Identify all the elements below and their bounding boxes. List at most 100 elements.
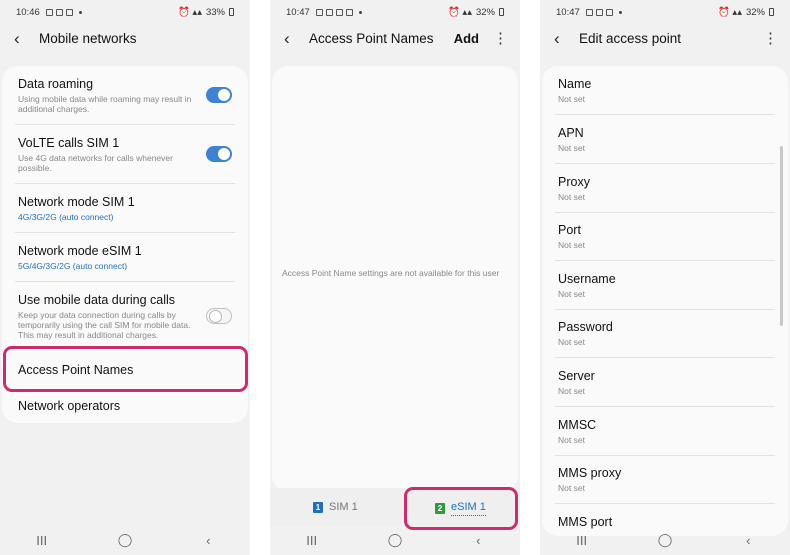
notification-icons	[315, 8, 362, 16]
back-icon[interactable]: ‹	[718, 533, 778, 548]
battery-icon	[229, 8, 234, 16]
access-point-names-screen: 10:47 ⏰ ▴▴ 32% ‹ Access Point Names Add …	[270, 0, 520, 555]
setting-value: 4G/3G/2G (auto connect)	[18, 212, 114, 222]
system-icons: ⏰ ▴▴ 32%	[718, 7, 774, 18]
divider	[555, 406, 775, 407]
setting-title: Network operators	[18, 399, 121, 413]
system-icons: ⏰ ▴▴ 32%	[448, 7, 504, 18]
page-title: Edit access point	[579, 30, 682, 46]
field-value: Not set	[558, 240, 585, 250]
signal-icon: ⏰ ▴▴	[447, 6, 472, 18]
volte-toggle[interactable]	[206, 146, 232, 162]
setting-title: Data roaming	[18, 77, 94, 91]
notification-icons	[45, 8, 82, 16]
field-username[interactable]: Username Not set	[558, 272, 775, 299]
back-arrow-icon[interactable]: ‹	[554, 30, 576, 47]
setting-subtitle: Keep your data connection during calls b…	[18, 310, 191, 340]
divider	[15, 281, 235, 282]
tab-sim1[interactable]: 1 SIM 1	[313, 501, 358, 513]
nav-bar: III ◯ ‹	[0, 525, 250, 555]
divider	[555, 455, 775, 456]
setting-network-mode-sim1[interactable]: Network mode SIM 1 4G/3G/2G (auto connec…	[18, 195, 235, 222]
field-mmsc[interactable]: MMSC Not set	[558, 418, 775, 445]
field-label: MMS proxy	[558, 466, 622, 480]
field-password[interactable]: Password Not set	[558, 320, 775, 347]
status-time: 10:46	[16, 6, 40, 18]
setting-title: Network mode eSIM 1	[18, 244, 142, 258]
field-label: Name	[558, 77, 592, 91]
divider	[15, 183, 235, 184]
app-bar: ‹ Access Point Names Add ⋮	[270, 24, 520, 52]
back-icon[interactable]: ‹	[178, 533, 238, 548]
nav-bar: III ◯ ‹	[540, 525, 790, 555]
page-title: Access Point Names	[309, 30, 434, 46]
field-label: Password	[558, 320, 613, 334]
divider	[15, 232, 235, 233]
field-label: Port	[558, 223, 581, 237]
field-name[interactable]: Name Not set	[558, 77, 775, 104]
page-title: Mobile networks	[39, 30, 137, 46]
field-apn[interactable]: APN Not set	[558, 126, 775, 153]
divider	[15, 124, 235, 125]
battery-percent: 33%	[205, 6, 225, 18]
field-value: Not set	[558, 143, 585, 153]
more-options-icon[interactable]: ⋮	[493, 31, 508, 46]
setting-data-roaming[interactable]: Data roaming Using mobile data while roa…	[18, 77, 235, 114]
empty-message: Access Point Name settings are not avail…	[282, 268, 500, 278]
home-icon[interactable]: ◯	[95, 532, 155, 548]
field-value: Not set	[558, 192, 585, 202]
more-options-icon[interactable]: ⋮	[763, 31, 778, 46]
recents-icon[interactable]: III	[552, 533, 612, 548]
field-label: Server	[558, 369, 595, 383]
field-value: Not set	[558, 483, 585, 493]
data-roaming-toggle[interactable]	[206, 87, 232, 103]
field-port[interactable]: Port Not set	[558, 223, 775, 250]
field-value: Not set	[558, 94, 585, 104]
back-icon[interactable]: ‹	[448, 533, 508, 548]
highlight-box	[404, 487, 518, 530]
status-time: 10:47	[286, 6, 310, 18]
nav-bar: III ◯ ‹	[270, 525, 520, 555]
divider	[555, 503, 775, 504]
divider	[555, 163, 775, 164]
divider	[555, 309, 775, 310]
sim1-badge-icon: 1	[313, 501, 323, 513]
field-server[interactable]: Server Not set	[558, 369, 775, 396]
back-arrow-icon[interactable]: ‹	[14, 30, 36, 47]
status-bar: 10:47 ⏰ ▴▴ 32%	[540, 0, 790, 24]
field-value: Not set	[558, 337, 585, 347]
notification-icons	[585, 8, 622, 16]
field-mms-proxy[interactable]: MMS proxy Not set	[558, 466, 775, 493]
setting-network-operators[interactable]: Network operators	[18, 399, 235, 413]
mobile-data-calls-toggle[interactable]	[206, 308, 232, 324]
field-label: MMSC	[558, 418, 597, 432]
app-bar: ‹ Mobile networks	[0, 24, 250, 52]
field-label: Username	[558, 272, 616, 286]
home-icon[interactable]: ◯	[635, 532, 695, 548]
status-bar: 10:47 ⏰ ▴▴ 32%	[270, 0, 520, 24]
divider	[555, 114, 775, 115]
battery-icon	[769, 8, 774, 16]
status-bar: 10:46 ⏰ ▴▴ 33%	[0, 0, 250, 24]
home-icon[interactable]: ◯	[365, 532, 425, 548]
app-bar: ‹ Edit access point ⋮	[540, 24, 790, 52]
battery-percent: 32%	[475, 6, 495, 18]
signal-icon: ⏰ ▴▴	[717, 6, 742, 18]
back-arrow-icon[interactable]: ‹	[284, 30, 306, 47]
edit-access-point-screen: 10:47 ⏰ ▴▴ 32% ‹ Edit access point ⋮ Nam…	[540, 0, 790, 555]
system-icons: ⏰ ▴▴ 33%	[178, 7, 234, 18]
field-proxy[interactable]: Proxy Not set	[558, 175, 775, 202]
setting-title: Network mode SIM 1	[18, 195, 135, 209]
add-button[interactable]: Add	[454, 31, 479, 46]
field-value: Not set	[558, 289, 585, 299]
setting-mobile-data-during-calls[interactable]: Use mobile data during calls Keep your d…	[18, 293, 235, 340]
divider	[555, 212, 775, 213]
battery-icon	[499, 8, 504, 16]
recents-icon[interactable]: III	[282, 533, 342, 548]
apn-fields-card: Name Not set APN Not set Proxy Not set Port…	[542, 66, 788, 536]
setting-volte-sim1[interactable]: VoLTE calls SIM 1 Use 4G data networks f…	[18, 136, 235, 173]
scrollbar[interactable]	[780, 146, 783, 326]
field-value: Not set	[558, 386, 585, 396]
setting-network-mode-esim1[interactable]: Network mode eSIM 1 5G/4G/3G/2G (auto co…	[18, 244, 235, 271]
recents-icon[interactable]: III	[12, 533, 72, 548]
